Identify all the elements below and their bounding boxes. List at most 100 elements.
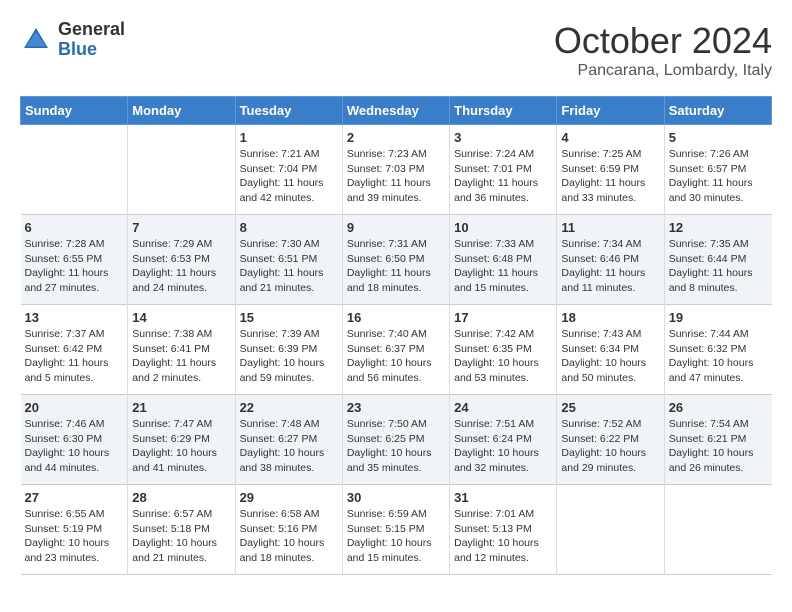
day-number: 31 xyxy=(454,490,552,505)
calendar-cell: 14Sunrise: 7:38 AM Sunset: 6:41 PM Dayli… xyxy=(128,305,235,395)
cell-content: Sunrise: 7:48 AM Sunset: 6:27 PM Dayligh… xyxy=(240,417,338,476)
title-block: October 2024 Pancarana, Lombardy, Italy xyxy=(554,20,772,80)
day-number: 22 xyxy=(240,400,338,415)
calendar-cell: 12 Sunrise: 7:35 AM Sunset: 6:44 PM Dayli… xyxy=(664,215,771,305)
day-number: 16 xyxy=(347,310,445,325)
logo-text: General Blue xyxy=(58,20,125,60)
calendar-cell: 1 Sunrise: 7:21 AM Sunset: 7:04 PM Daylig… xyxy=(235,125,342,215)
day-header-thursday: Thursday xyxy=(450,97,557,125)
day-number: 28 xyxy=(132,490,230,505)
cell-content: Sunrise: 7:39 AM Sunset: 6:39 PM Dayligh… xyxy=(240,327,338,386)
calendar-cell: 30 Sunrise: 6:59 AM Sunset: 5:15 PM Dayli… xyxy=(342,485,449,575)
week-row-0: 1 Sunrise: 7:21 AM Sunset: 7:04 PM Daylig… xyxy=(21,125,772,215)
day-header-tuesday: Tuesday xyxy=(235,97,342,125)
cell-content: Sunrise: 7:44 AM Sunset: 6:32 PM Dayligh… xyxy=(669,327,768,386)
day-number: 5 xyxy=(669,130,768,145)
calendar-cell: 29Sunrise: 6:58 AM Sunset: 5:16 PM Dayli… xyxy=(235,485,342,575)
cell-content: Sunrise: 7:35 AM Sunset: 6:44 PM Dayligh… xyxy=(669,237,768,296)
day-number: 8 xyxy=(240,220,338,235)
cell-content: Sunrise: 7:50 AM Sunset: 6:25 PM Dayligh… xyxy=(347,417,445,476)
day-number: 26 xyxy=(669,400,768,415)
cell-content: Sunrise: 7:26 AM Sunset: 6:57 PM Dayligh… xyxy=(669,147,768,206)
page-header: General Blue October 2024 Pancarana, Lom… xyxy=(20,20,772,80)
cell-content: Sunrise: 7:34 AM Sunset: 6:46 PM Dayligh… xyxy=(561,237,659,296)
day-number: 23 xyxy=(347,400,445,415)
day-number: 13 xyxy=(25,310,124,325)
day-number: 4 xyxy=(561,130,659,145)
cell-content: Sunrise: 7:01 AM Sunset: 5:13 PM Dayligh… xyxy=(454,507,552,566)
cell-content: Sunrise: 7:47 AM Sunset: 6:29 PM Dayligh… xyxy=(132,417,230,476)
cell-content: Sunrise: 7:23 AM Sunset: 7:03 PM Dayligh… xyxy=(347,147,445,206)
calendar-cell: 22 Sunrise: 7:48 AM Sunset: 6:27 PM Dayli… xyxy=(235,395,342,485)
day-header-friday: Friday xyxy=(557,97,664,125)
cell-content: Sunrise: 7:21 AM Sunset: 7:04 PM Dayligh… xyxy=(240,147,338,206)
day-number: 25 xyxy=(561,400,659,415)
calendar-cell: 16Sunrise: 7:40 AM Sunset: 6:37 PM Dayli… xyxy=(342,305,449,395)
calendar-cell: 4 Sunrise: 7:25 AM Sunset: 6:59 PM Daylig… xyxy=(557,125,664,215)
calendar-cell: 10 Sunrise: 7:33 AM Sunset: 6:48 PM Dayli… xyxy=(450,215,557,305)
day-number: 18 xyxy=(561,310,659,325)
day-number: 24 xyxy=(454,400,552,415)
logo-icon xyxy=(20,24,52,56)
day-number: 27 xyxy=(25,490,124,505)
calendar-cell: 25 Sunrise: 7:52 AM Sunset: 6:22 PM Dayli… xyxy=(557,395,664,485)
day-number: 2 xyxy=(347,130,445,145)
cell-content: Sunrise: 6:58 AM Sunset: 5:16 PM Dayligh… xyxy=(240,507,338,566)
cell-content: Sunrise: 7:33 AM Sunset: 6:48 PM Dayligh… xyxy=(454,237,552,296)
calendar-cell: 11 Sunrise: 7:34 AM Sunset: 6:46 PM Dayli… xyxy=(557,215,664,305)
cell-content: Sunrise: 7:52 AM Sunset: 6:22 PM Dayligh… xyxy=(561,417,659,476)
calendar-cell: 24 Sunrise: 7:51 AM Sunset: 6:24 PM Dayli… xyxy=(450,395,557,485)
week-row-3: 20 Sunrise: 7:46 AM Sunset: 6:30 PM Dayli… xyxy=(21,395,772,485)
calendar-cell: 31 Sunrise: 7:01 AM Sunset: 5:13 PM Dayli… xyxy=(450,485,557,575)
calendar-table: SundayMondayTuesdayWednesdayThursdayFrid… xyxy=(20,96,772,575)
calendar-cell: 15 Sunrise: 7:39 AM Sunset: 6:39 PM Dayli… xyxy=(235,305,342,395)
calendar-cell: 26 Sunrise: 7:54 AM Sunset: 6:21 PM Dayli… xyxy=(664,395,771,485)
day-number: 30 xyxy=(347,490,445,505)
calendar-cell: 9 Sunrise: 7:31 AM Sunset: 6:50 PM Daylig… xyxy=(342,215,449,305)
cell-content: Sunrise: 7:42 AM Sunset: 6:35 PM Dayligh… xyxy=(454,327,552,386)
cell-content: Sunrise: 7:29 AM Sunset: 6:53 PM Dayligh… xyxy=(132,237,230,296)
calendar-cell: 5 Sunrise: 7:26 AM Sunset: 6:57 PM Daylig… xyxy=(664,125,771,215)
day-header-saturday: Saturday xyxy=(664,97,771,125)
calendar-cell: 7Sunrise: 7:29 AM Sunset: 6:53 PM Daylig… xyxy=(128,215,235,305)
calendar-cell: 18Sunrise: 7:43 AM Sunset: 6:34 PM Dayli… xyxy=(557,305,664,395)
cell-content: Sunrise: 6:57 AM Sunset: 5:18 PM Dayligh… xyxy=(132,507,230,566)
header-row: SundayMondayTuesdayWednesdayThursdayFrid… xyxy=(21,97,772,125)
location: Pancarana, Lombardy, Italy xyxy=(554,62,772,80)
calendar-cell xyxy=(21,125,128,215)
cell-content: Sunrise: 7:31 AM Sunset: 6:50 PM Dayligh… xyxy=(347,237,445,296)
month-title: October 2024 xyxy=(554,20,772,62)
calendar-cell: 28 Sunrise: 6:57 AM Sunset: 5:18 PM Dayli… xyxy=(128,485,235,575)
calendar-cell: 13 Sunrise: 7:37 AM Sunset: 6:42 PM Dayli… xyxy=(21,305,128,395)
logo-general: General xyxy=(58,20,125,40)
day-number: 15 xyxy=(240,310,338,325)
cell-content: Sunrise: 7:51 AM Sunset: 6:24 PM Dayligh… xyxy=(454,417,552,476)
calendar-cell: 19 Sunrise: 7:44 AM Sunset: 6:32 PM Dayli… xyxy=(664,305,771,395)
day-number: 1 xyxy=(240,130,338,145)
logo-blue: Blue xyxy=(58,40,125,60)
cell-content: Sunrise: 7:25 AM Sunset: 6:59 PM Dayligh… xyxy=(561,147,659,206)
day-number: 20 xyxy=(25,400,124,415)
calendar-cell: 23 Sunrise: 7:50 AM Sunset: 6:25 PM Dayli… xyxy=(342,395,449,485)
cell-content: Sunrise: 7:37 AM Sunset: 6:42 PM Dayligh… xyxy=(25,327,124,386)
calendar-cell: 20 Sunrise: 7:46 AM Sunset: 6:30 PM Dayli… xyxy=(21,395,128,485)
day-number: 21 xyxy=(132,400,230,415)
cell-content: Sunrise: 7:46 AM Sunset: 6:30 PM Dayligh… xyxy=(25,417,124,476)
day-number: 3 xyxy=(454,130,552,145)
calendar-cell: 21 Sunrise: 7:47 AM Sunset: 6:29 PM Dayli… xyxy=(128,395,235,485)
day-number: 11 xyxy=(561,220,659,235)
week-row-1: 6Sunrise: 7:28 AM Sunset: 6:55 PM Daylig… xyxy=(21,215,772,305)
calendar-cell xyxy=(128,125,235,215)
day-number: 14 xyxy=(132,310,230,325)
day-number: 9 xyxy=(347,220,445,235)
day-number: 12 xyxy=(669,220,768,235)
day-number: 10 xyxy=(454,220,552,235)
day-number: 19 xyxy=(669,310,768,325)
cell-content: Sunrise: 6:59 AM Sunset: 5:15 PM Dayligh… xyxy=(347,507,445,566)
calendar-cell: 17Sunrise: 7:42 AM Sunset: 6:35 PM Dayli… xyxy=(450,305,557,395)
calendar-cell: 8Sunrise: 7:30 AM Sunset: 6:51 PM Daylig… xyxy=(235,215,342,305)
cell-content: Sunrise: 7:54 AM Sunset: 6:21 PM Dayligh… xyxy=(669,417,768,476)
cell-content: Sunrise: 7:24 AM Sunset: 7:01 PM Dayligh… xyxy=(454,147,552,206)
calendar-cell xyxy=(557,485,664,575)
logo: General Blue xyxy=(20,20,125,60)
